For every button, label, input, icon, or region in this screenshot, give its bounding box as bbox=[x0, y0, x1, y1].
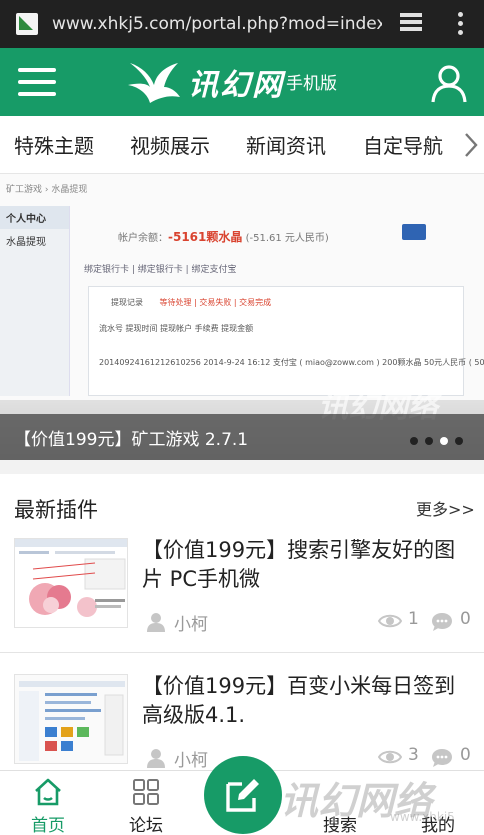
nav-home-label: 首页 bbox=[31, 816, 65, 835]
item-thumbnail[interactable] bbox=[14, 674, 128, 764]
banner-shot-side-item: 个人中心 bbox=[0, 206, 69, 229]
menu-icon[interactable] bbox=[18, 68, 56, 96]
more-link[interactable]: 更多>> bbox=[416, 496, 475, 520]
category-tab-video[interactable]: 视频展示 bbox=[130, 130, 210, 159]
item-views: 3 bbox=[408, 745, 419, 765]
nav-search[interactable]: 搜索 bbox=[300, 771, 380, 835]
logo-subtitle: 手机版 bbox=[286, 74, 337, 94]
banner-pagination[interactable] bbox=[410, 437, 463, 445]
banner-shot-row: 20140924161212610256 2014-9-24 16:12 支付宝… bbox=[99, 358, 484, 367]
item-divider bbox=[0, 652, 484, 653]
edit-icon bbox=[226, 779, 259, 812]
item-comments: 0 bbox=[460, 609, 471, 629]
overflow-menu-icon[interactable] bbox=[458, 12, 464, 39]
list-item[interactable]: 【价值199元】搜索引擎友好的图片 PC手机微 小柯 1 0 bbox=[0, 536, 484, 666]
banner-dot[interactable] bbox=[410, 437, 418, 445]
user-icon[interactable] bbox=[428, 62, 470, 104]
banner-shot-main: 帐户余额：-5161颗水晶 (-51.61 元人民币) 绑定银行卡 | 绑定银行… bbox=[84, 214, 484, 404]
section-title: 最新插件 bbox=[14, 498, 98, 522]
site-header: 讯幻网 手机版 bbox=[0, 48, 484, 116]
url-field[interactable]: www.xhkj5.com/portal.php?mod=index& bbox=[52, 14, 382, 34]
item-thumbnail[interactable] bbox=[14, 538, 128, 628]
chevron-right-icon[interactable] bbox=[458, 130, 484, 160]
nav-forum-label: 论坛 bbox=[129, 816, 163, 835]
banner-shot-table-title: 提现记录 等待处理 | 交易失败 | 交易完成 bbox=[111, 298, 272, 307]
category-tab-news[interactable]: 新闻资讯 bbox=[246, 130, 326, 159]
author-avatar-icon bbox=[147, 613, 165, 632]
item-author[interactable]: 小柯 bbox=[174, 610, 208, 635]
author-avatar-icon bbox=[147, 749, 165, 768]
grid-icon bbox=[133, 779, 159, 805]
category-nav: 特殊主题 视频展示 新闻资讯 自定导航 bbox=[0, 116, 484, 174]
logo-text: 讯幻网 bbox=[188, 68, 284, 103]
item-views: 1 bbox=[408, 609, 419, 629]
banner-shot-side-item: 水晶提现 bbox=[6, 237, 46, 248]
compose-button[interactable] bbox=[204, 756, 282, 834]
latest-plugins-section: 最新插件 更多>> 【价值199元】搜索引擎友好的图片 PC手机微 小柯 1 0… bbox=[0, 474, 484, 774]
nav-home[interactable]: 首页 bbox=[8, 771, 88, 835]
banner-shot-sidebar: 个人中心 水晶提现 bbox=[0, 206, 70, 396]
site-favicon-icon bbox=[16, 13, 38, 35]
banner-shot-tabs: 绑定银行卡 | 绑定银行卡 | 绑定支付宝 bbox=[84, 265, 237, 275]
nav-mine-label: 我的 bbox=[421, 816, 455, 835]
item-title[interactable]: 【价值199元】搜索引擎友好的图片 PC手机微 bbox=[142, 536, 472, 594]
item-title[interactable]: 【价值199元】百变小米每日签到 高级版4.1. bbox=[142, 672, 472, 730]
banner-shot-balance: 帐户余额：-5161颗水晶 (-51.61 元人民币) bbox=[118, 230, 329, 244]
browser-url-bar: www.xhkj5.com/portal.php?mod=index& bbox=[0, 0, 484, 48]
site-logo[interactable]: 讯幻网 手机版 bbox=[126, 54, 337, 110]
banner-shot-table: 提现记录 等待处理 | 交易失败 | 交易完成 流水号 提现时间 提现帐户 手续… bbox=[88, 286, 484, 396]
banner-dot[interactable] bbox=[455, 437, 463, 445]
bird-logo-icon bbox=[128, 63, 180, 103]
nav-search-label: 搜索 bbox=[323, 816, 357, 835]
item-author[interactable]: 小柯 bbox=[174, 746, 208, 771]
eye-icon bbox=[378, 750, 402, 764]
comment-icon bbox=[432, 613, 452, 631]
banner-shot-button bbox=[402, 224, 426, 240]
comment-icon bbox=[432, 749, 452, 767]
tabs-switcher-icon[interactable] bbox=[400, 13, 426, 35]
category-tab-special[interactable]: 特殊主题 bbox=[14, 130, 94, 159]
home-icon bbox=[35, 778, 61, 806]
nav-forum[interactable]: 论坛 bbox=[106, 771, 186, 835]
banner-dot[interactable] bbox=[425, 437, 433, 445]
nav-mine[interactable]: 我的 bbox=[398, 771, 478, 835]
banner-shot-breadcrumb: 矿工游戏 › 水晶提现 bbox=[6, 185, 88, 195]
eye-icon bbox=[378, 614, 402, 628]
item-comments: 0 bbox=[460, 745, 471, 765]
banner-dot-active[interactable] bbox=[440, 437, 448, 445]
banner-shot-columns: 流水号 提现时间 提现帐户 手续费 提现金额 bbox=[99, 324, 254, 333]
category-tab-custom-nav[interactable]: 自定导航 bbox=[363, 130, 443, 159]
